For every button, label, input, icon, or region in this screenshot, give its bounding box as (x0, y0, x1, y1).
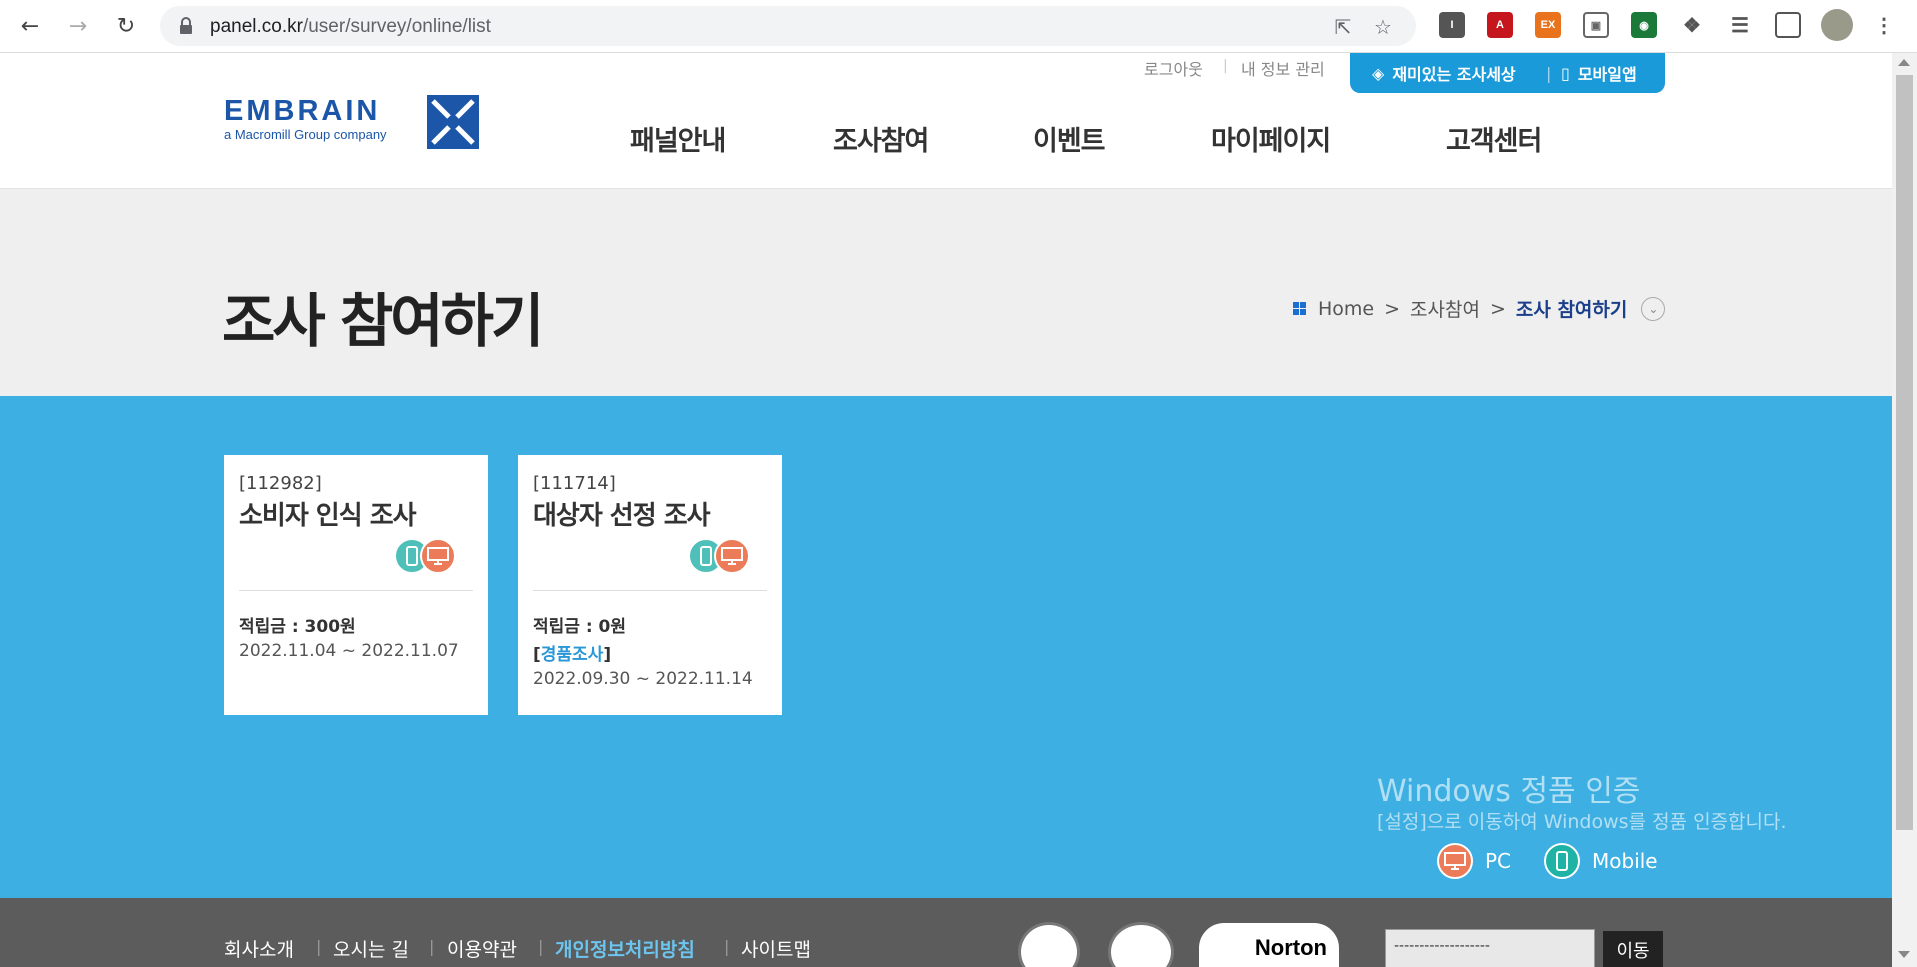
nav-event[interactable]: 이벤트 (1033, 119, 1106, 158)
icr-certification-badge (1018, 922, 1080, 967)
nav-customer-center[interactable]: 고객센터 (1446, 119, 1542, 158)
survey-title[interactable]: 소비자 인식 조사 (239, 495, 473, 532)
mobile-app-label: 모바일앱 (1577, 65, 1637, 84)
legend-mobile: Mobile (1544, 843, 1658, 879)
footer-separator: | (316, 937, 322, 956)
forward-icon[interactable]: → (63, 11, 93, 41)
footer-company[interactable]: 회사소개 (224, 935, 294, 962)
pc-monitor-icon (1437, 843, 1473, 879)
menu-icon[interactable]: ⋮ (1871, 12, 1897, 38)
shield-extension-icon[interactable]: ◉ (1631, 12, 1657, 38)
survey-reward: 적립금 : 0원 (533, 617, 627, 637)
bookmark-star-icon[interactable]: ☆ (1370, 14, 1396, 40)
reload-icon[interactable]: ↻ (111, 11, 141, 41)
breadcrumb-separator: > (1384, 297, 1401, 320)
legend-pc-label: PC (1485, 849, 1512, 873)
breadcrumb-survey[interactable]: 조사참여 (1410, 295, 1480, 322)
survey-id: [111714] (533, 473, 616, 494)
family-site-select[interactable]: ------------------- (1385, 929, 1595, 967)
breadcrumb-home[interactable]: Home (1318, 298, 1374, 320)
scroll-down-arrow[interactable] (1898, 951, 1910, 958)
url-host: panel.co.kr (210, 16, 303, 37)
breadcrumb-separator: > (1489, 297, 1506, 320)
ex-extension-icon[interactable]: EX (1535, 12, 1561, 38)
survey-type: [경품조사] (533, 640, 611, 665)
chevron-down-icon[interactable]: ⌄ (1641, 296, 1666, 321)
survey-type-label: 경품조사 (540, 645, 604, 665)
footer-sitemap[interactable]: 사이트맵 (741, 935, 811, 962)
site-header: EMBRAIN a Macromill Group company 로그아웃 |… (0, 53, 1892, 189)
card-divider (533, 590, 767, 591)
home-grid-icon (1293, 302, 1306, 315)
footer-privacy[interactable]: 개인정보처리방침 (555, 935, 695, 962)
activation-watermark-title: Windows 정품 인증 (1377, 774, 1641, 809)
norton-secured-badge: Norton (1199, 923, 1339, 967)
puzzle-icon[interactable]: ❖ (1679, 12, 1705, 38)
scroll-up-arrow[interactable] (1898, 59, 1910, 66)
footer-terms[interactable]: 이용약관 (447, 935, 517, 962)
page-viewport: EMBRAIN a Macromill Group company 로그아웃 |… (0, 53, 1892, 967)
profile-avatar[interactable] (1821, 9, 1853, 41)
survey-card[interactable]: [112982] 소비자 인식 조사 적립금 : 300원 2022.11.04… (224, 455, 488, 715)
scroll-thumb[interactable] (1896, 75, 1913, 830)
survey-period: 2022.11.04 ~ 2022.11.07 (239, 641, 459, 661)
footer-separator: | (538, 937, 544, 956)
survey-title[interactable]: 대상자 선정 조사 (533, 495, 767, 532)
logo-text[interactable]: EMBRAIN (224, 95, 380, 128)
nav-survey[interactable]: 조사참여 (833, 119, 929, 158)
mobile-app-link[interactable]: ▯ 모바일앱 (1561, 61, 1637, 85)
pdf-extension-icon[interactable]: A (1487, 12, 1513, 38)
share-icon[interactable]: ⇱ (1330, 14, 1356, 40)
media-queue-icon[interactable]: ☰ (1727, 12, 1753, 38)
address-bar[interactable]: panel.co.kr/user/survey/online/list ⇱ ☆ (160, 6, 1416, 46)
breadcrumb-current: 조사 참여하기 (1515, 299, 1628, 321)
footer-separator: | (429, 937, 435, 956)
nav-panel-info[interactable]: 패널안내 (630, 119, 726, 158)
smartphone-icon: ▯ (1561, 63, 1570, 83)
app-links-box: ◈ 재미있는 조사세상 | ▯ 모바일앱 (1350, 53, 1665, 93)
device-icons (394, 538, 458, 574)
extension-i-icon[interactable]: I (1439, 12, 1465, 38)
logo-icon[interactable] (427, 95, 479, 149)
fun-survey-label: 재미있는 조사세상 (1392, 65, 1516, 84)
title-band: 조사 참여하기 Home > 조사참여 > 조사 참여하기 ⌄ (0, 189, 1892, 396)
activation-watermark-text: [설정]으로 이동하여 Windows를 정품 인증합니다. (1377, 811, 1787, 833)
mobile-device-icon (1544, 843, 1580, 879)
browser-toolbar: ← → ↻ panel.co.kr/user/survey/online/lis… (0, 0, 1917, 53)
device-icons (688, 538, 752, 574)
cast-extension-icon[interactable]: ▣ (1583, 12, 1609, 38)
vertical-scrollbar[interactable] (1892, 53, 1917, 967)
legend-pc: PC (1437, 843, 1511, 879)
pc-monitor-icon (714, 538, 750, 574)
logout-link[interactable]: 로그아웃 (1144, 56, 1203, 80)
survey-card[interactable]: [111714] 대상자 선정 조사 적립금 : 0원 [경품조사] 2022.… (518, 455, 782, 715)
app-separator: | (1546, 64, 1552, 83)
my-info-link[interactable]: 내 정보 관리 (1241, 56, 1325, 80)
survey-id: [112982] (239, 473, 322, 494)
footer-directions[interactable]: 오시는 길 (333, 935, 409, 962)
util-separator: | (1223, 58, 1228, 74)
survey-type-bracket: ] (603, 645, 612, 665)
survey-type-bracket: [ (533, 645, 541, 665)
pc-monitor-icon (420, 538, 456, 574)
breadcrumb: Home > 조사참여 > 조사 참여하기 ⌄ (1293, 295, 1666, 322)
survey-reward: 적립금 : 300원 (239, 617, 356, 637)
side-panel-icon[interactable] (1775, 12, 1801, 38)
fun-survey-link[interactable]: ◈ 재미있는 조사세상 (1372, 61, 1516, 85)
layers-icon: ◈ (1372, 63, 1385, 83)
lock-icon (180, 17, 192, 34)
site-footer: 회사소개 | 오시는 길 | 이용약관 | 개인정보처리방침 | 사이트맵 No… (0, 898, 1892, 967)
go-button[interactable]: 이동 (1603, 931, 1663, 967)
url-path: /user/survey/online/list (302, 16, 491, 37)
survey-period: 2022.09.30 ~ 2022.11.14 (533, 669, 753, 689)
back-icon[interactable]: ← (15, 11, 45, 41)
certification-badge (1108, 922, 1174, 967)
logo-subtitle: a Macromill Group company (224, 127, 387, 142)
card-divider (239, 590, 473, 591)
legend-mobile-label: Mobile (1592, 849, 1658, 873)
page-title: 조사 참여하기 (222, 287, 544, 355)
nav-mypage[interactable]: 마이페이지 (1211, 119, 1331, 158)
url-text: panel.co.kr/user/survey/online/list (210, 16, 491, 38)
footer-separator: | (724, 937, 730, 956)
